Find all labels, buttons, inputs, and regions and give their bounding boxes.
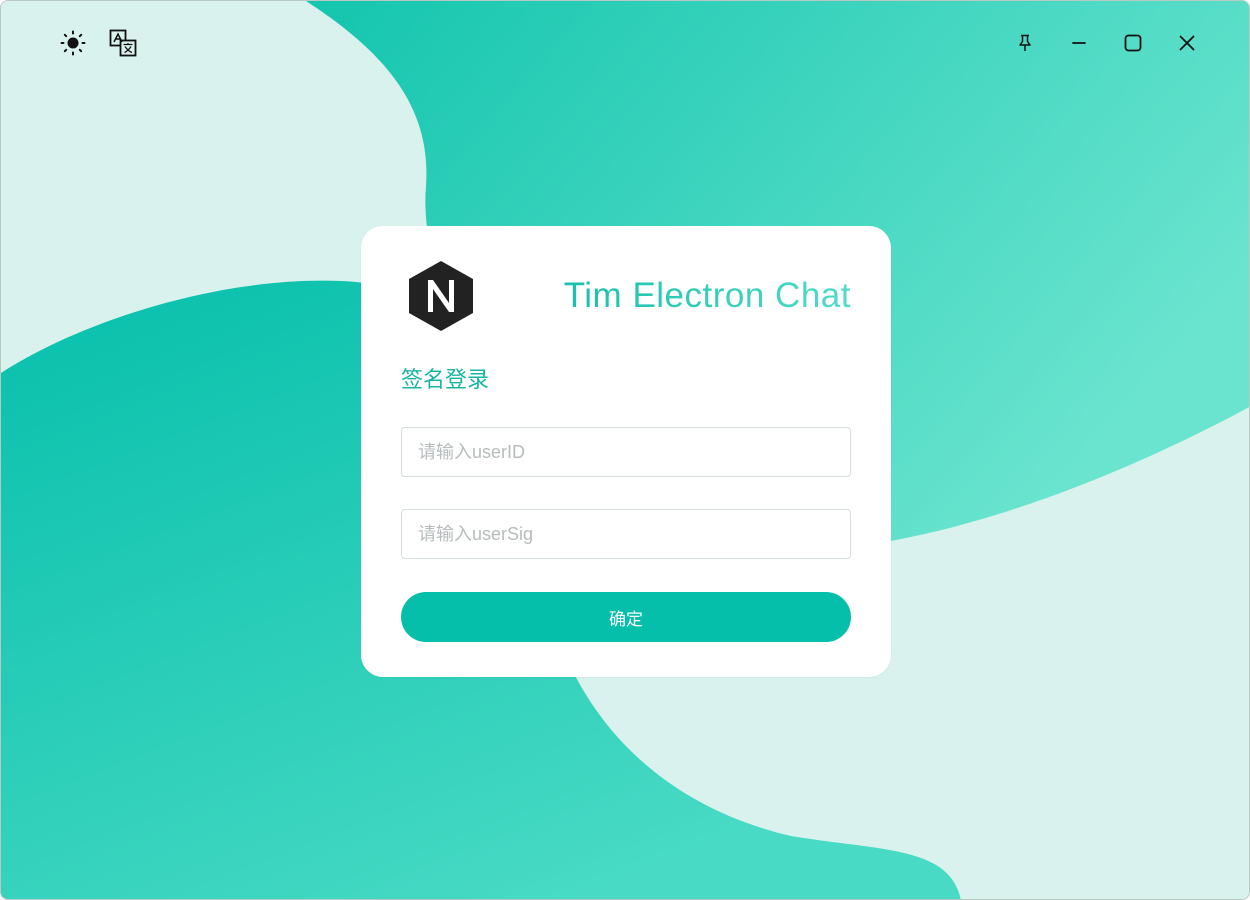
user-sig-input[interactable] bbox=[401, 509, 851, 559]
sun-icon[interactable] bbox=[59, 29, 87, 57]
user-id-input[interactable] bbox=[401, 427, 851, 477]
close-icon[interactable] bbox=[1173, 29, 1201, 57]
minimize-icon[interactable] bbox=[1065, 29, 1093, 57]
login-window: Tim Electron Chat 签名登录 确定 bbox=[0, 0, 1250, 900]
login-card: Tim Electron Chat 签名登录 确定 bbox=[361, 226, 891, 677]
card-header: Tim Electron Chat bbox=[401, 258, 851, 334]
maximize-icon[interactable] bbox=[1119, 29, 1147, 57]
confirm-button[interactable]: 确定 bbox=[401, 592, 851, 642]
app-logo bbox=[403, 258, 479, 334]
window-controls bbox=[1011, 29, 1201, 57]
pin-icon[interactable] bbox=[1011, 29, 1039, 57]
app-title: Tim Electron Chat bbox=[563, 276, 851, 315]
top-left-toolbar bbox=[59, 29, 137, 57]
translate-icon[interactable] bbox=[109, 29, 137, 57]
login-heading: 签名登录 bbox=[401, 368, 490, 393]
